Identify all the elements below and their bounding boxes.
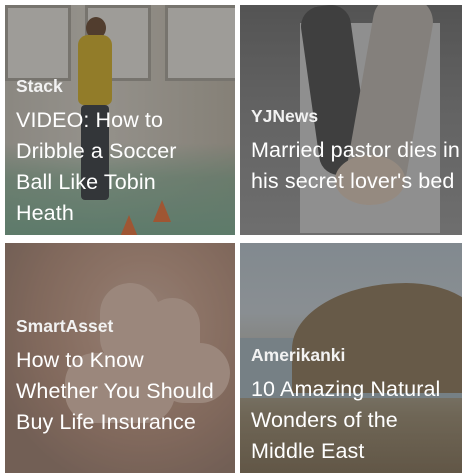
article-caption: SmartAsset How to Know Whether You Shoul… [16,316,229,438]
article-source: YJNews [251,106,319,126]
article-caption: Stack VIDEO: How to Dribble a Soccer Bal… [16,76,229,229]
article-tile-stack[interactable]: Stack VIDEO: How to Dribble a Soccer Bal… [5,5,235,235]
article-source: Stack [16,76,63,96]
article-title[interactable]: 10 Amazing Natural Wonders of the Middle… [251,374,456,467]
article-source: Amerikanki [251,345,346,365]
article-title[interactable]: How to Know Whether You Should Buy Life … [16,345,221,438]
recommendation-grid: Stack VIDEO: How to Dribble a Soccer Bal… [0,0,462,473]
article-tile-yjnews[interactable]: YJNews Married pastor dies in his secret… [240,5,462,235]
article-tile-smartasset[interactable]: SmartAsset How to Know Whether You Shoul… [5,243,235,473]
article-caption: Amerikanki 10 Amazing Natural Wonders of… [251,345,456,467]
article-caption: YJNews Married pastor dies in his secret… [251,106,460,197]
article-title[interactable]: Married pastor dies in his secret lover'… [251,135,462,197]
article-source: SmartAsset [16,316,114,336]
article-tile-amerikanki[interactable]: Amerikanki 10 Amazing Natural Wonders of… [240,243,462,473]
article-title[interactable]: VIDEO: How to Dribble a Soccer Ball Like… [16,105,216,229]
